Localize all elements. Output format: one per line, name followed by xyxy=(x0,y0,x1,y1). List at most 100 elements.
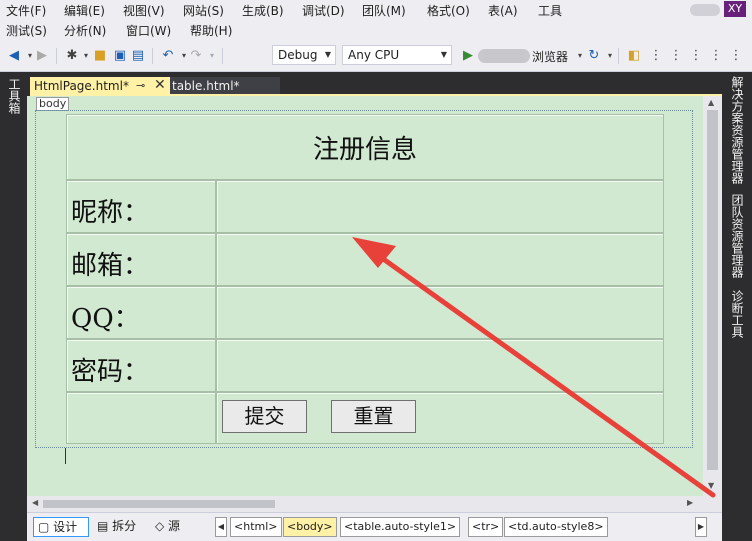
open-folder-icon[interactable]: ■ xyxy=(92,48,108,64)
menu-edit[interactable]: 编辑(E) xyxy=(64,2,105,19)
form-title: 注册信息 xyxy=(312,135,417,165)
view-split-button[interactable]: ▤ 拆分 xyxy=(93,517,149,537)
menu-build[interactable]: 生成(B) xyxy=(242,2,284,19)
scroll-down-icon[interactable]: ▼ xyxy=(708,481,714,490)
source-view-icon: ◇ xyxy=(155,519,169,533)
qq-input-cell[interactable] xyxy=(216,286,664,339)
start-debugging-icon[interactable]: ▶ xyxy=(460,48,476,64)
horizontal-scrollbar[interactable]: ◀ ▶ xyxy=(27,496,722,512)
design-surface[interactable]: body 注册信息 昵称： 邮箱： QQ： 密码： 提交 重置 ▲ ▼ xyxy=(27,96,722,496)
menu-website[interactable]: 网站(S) xyxy=(183,2,224,19)
vertical-scrollbar[interactable]: ▲ ▼ xyxy=(703,96,722,496)
menu-bar: 文件(F) 编辑(E) 视图(V) 网站(S) 生成(B) 调试(D) 团队(M… xyxy=(0,0,752,20)
solution-configuration-combo[interactable]: Debug ▼ xyxy=(272,45,336,65)
email-label: 邮箱： xyxy=(71,251,150,281)
nickname-label: 昵称： xyxy=(71,198,150,228)
menu-analyze[interactable]: 分析(N) xyxy=(64,22,106,39)
view-design-button[interactable]: ▢ 设计 xyxy=(33,517,89,537)
redo-icon[interactable]: ↷ xyxy=(188,48,204,64)
menu-debug[interactable]: 调试(D) xyxy=(302,2,345,19)
password-label: 密码： xyxy=(71,357,150,387)
pin-icon[interactable]: ⊸ xyxy=(136,79,145,92)
scroll-right-icon[interactable]: ▶ xyxy=(687,498,693,507)
split-view-icon: ▤ xyxy=(97,519,113,533)
undo-icon[interactable]: ↶ xyxy=(160,48,176,64)
submit-button[interactable]: 提交 xyxy=(222,400,307,433)
browser-label[interactable]: 浏览器 xyxy=(532,48,568,65)
menu-table[interactable]: 表(A) xyxy=(488,2,518,19)
qq-label: QQ： xyxy=(71,304,140,334)
view-source-button[interactable]: ◇ 源 xyxy=(151,517,201,537)
password-label-cell[interactable]: 密码： xyxy=(66,339,216,392)
vertical-scroll-thumb[interactable] xyxy=(707,110,718,470)
refresh-dropdown-icon[interactable]: ▾ xyxy=(602,48,618,64)
save-icon[interactable]: ▣ xyxy=(112,48,128,64)
quick-launch-search[interactable] xyxy=(690,4,720,16)
menu-tools[interactable]: 工具 xyxy=(538,2,562,19)
solution-configuration-value: Debug xyxy=(278,48,318,62)
chevron-down-icon: ▼ xyxy=(440,50,447,59)
solution-explorer-tab[interactable]: 解决方案资源管理器 xyxy=(729,76,746,184)
registration-table[interactable]: 注册信息 昵称： 邮箱： QQ： 密码： 提交 重置 xyxy=(66,114,664,446)
standard-toolbar: ◀ ▾ ▶ ✱ ▾ ■ ▣ ▤ ↶ ▾ ↷ ▾ Debug ▼ Any CPU … xyxy=(0,40,752,72)
solution-platform-value: Any CPU xyxy=(348,48,400,62)
refresh-icon[interactable]: ↻ xyxy=(586,48,602,64)
reset-button[interactable]: 重置 xyxy=(331,400,416,433)
user-avatar[interactable]: XY xyxy=(724,1,746,17)
breadcrumb-prev-icon[interactable]: ◀ xyxy=(215,517,227,537)
scroll-left-icon[interactable]: ◀ xyxy=(32,498,38,507)
breadcrumb-body[interactable]: <body> xyxy=(283,517,337,537)
align-bottom-icon[interactable]: ⋮ xyxy=(728,48,744,64)
team-explorer-tab[interactable]: 团队资源管理器 xyxy=(729,194,746,278)
align-left-icon[interactable]: ⋮ xyxy=(648,48,664,64)
breadcrumb-tr[interactable]: <tr> xyxy=(468,517,504,537)
menu-file[interactable]: 文件(F) xyxy=(6,2,46,19)
back-icon[interactable]: ◀ xyxy=(6,48,22,64)
redo-dropdown-icon[interactable]: ▾ xyxy=(204,48,220,64)
align-top-icon[interactable]: ⋮ xyxy=(708,48,724,64)
forward-icon[interactable]: ▶ xyxy=(34,48,50,64)
menu-window[interactable]: 窗口(W) xyxy=(126,22,171,39)
buttons-cell[interactable]: 提交 重置 xyxy=(216,392,664,444)
toolbox-tab[interactable]: 工具箱 xyxy=(6,78,23,114)
menu-team[interactable]: 团队(M) xyxy=(362,2,406,19)
title-cell[interactable]: 注册信息 xyxy=(66,114,664,180)
view-split-label: 拆分 xyxy=(112,519,137,533)
qq-label-cell[interactable]: QQ： xyxy=(66,286,216,339)
browser-link-icon[interactable]: ◧ xyxy=(626,48,642,64)
menu-view[interactable]: 视图(V) xyxy=(123,2,165,19)
close-icon[interactable]: ✕ xyxy=(154,77,166,93)
save-all-icon[interactable]: ▤ xyxy=(130,48,146,64)
email-input-cell[interactable] xyxy=(216,233,664,286)
view-source-label: 源 xyxy=(168,519,181,533)
toolbar-separator xyxy=(618,48,619,64)
breadcrumb-td[interactable]: <td.auto-style8> xyxy=(504,517,608,537)
browser-selector-blurred[interactable] xyxy=(478,49,530,63)
email-label-cell[interactable]: 邮箱： xyxy=(66,233,216,286)
diagnostic-tools-tab[interactable]: 诊断工具 xyxy=(729,290,746,338)
view-design-label: 设计 xyxy=(53,520,78,534)
tab-label: table.html* xyxy=(172,79,240,93)
chevron-down-icon: ▼ xyxy=(324,50,331,59)
menu-format[interactable]: 格式(O) xyxy=(427,2,470,19)
breadcrumb-next-icon[interactable]: ▶ xyxy=(695,517,707,537)
align-center-icon[interactable]: ⋮ xyxy=(668,48,684,64)
nickname-input-cell[interactable] xyxy=(216,180,664,233)
left-tool-strip: 工具箱 xyxy=(0,72,27,512)
align-right-icon[interactable]: ⋮ xyxy=(688,48,704,64)
breadcrumb-table[interactable]: <table.auto-style1> xyxy=(340,517,461,537)
right-tool-strip: 解决方案资源管理器 团队资源管理器 诊断工具 xyxy=(722,72,752,541)
solution-platform-combo[interactable]: Any CPU ▼ xyxy=(342,45,452,65)
password-input-cell[interactable] xyxy=(216,339,664,392)
scroll-up-icon[interactable]: ▲ xyxy=(708,98,714,107)
nickname-label-cell[interactable]: 昵称： xyxy=(66,180,216,233)
horizontal-scroll-thumb[interactable] xyxy=(43,500,275,508)
view-and-tag-bar: ▢ 设计 ▤ 拆分 ◇ 源 ◀ <html> <body> <table.aut… xyxy=(27,512,722,541)
body-tag-label: body xyxy=(36,97,70,111)
menu-test[interactable]: 测试(S) xyxy=(6,22,47,39)
breadcrumb-html[interactable]: <html> xyxy=(230,517,282,537)
toolbar-separator xyxy=(56,48,57,64)
menu-help[interactable]: 帮助(H) xyxy=(190,22,232,39)
buttons-empty-cell[interactable] xyxy=(66,392,216,444)
text-caret xyxy=(65,448,66,464)
